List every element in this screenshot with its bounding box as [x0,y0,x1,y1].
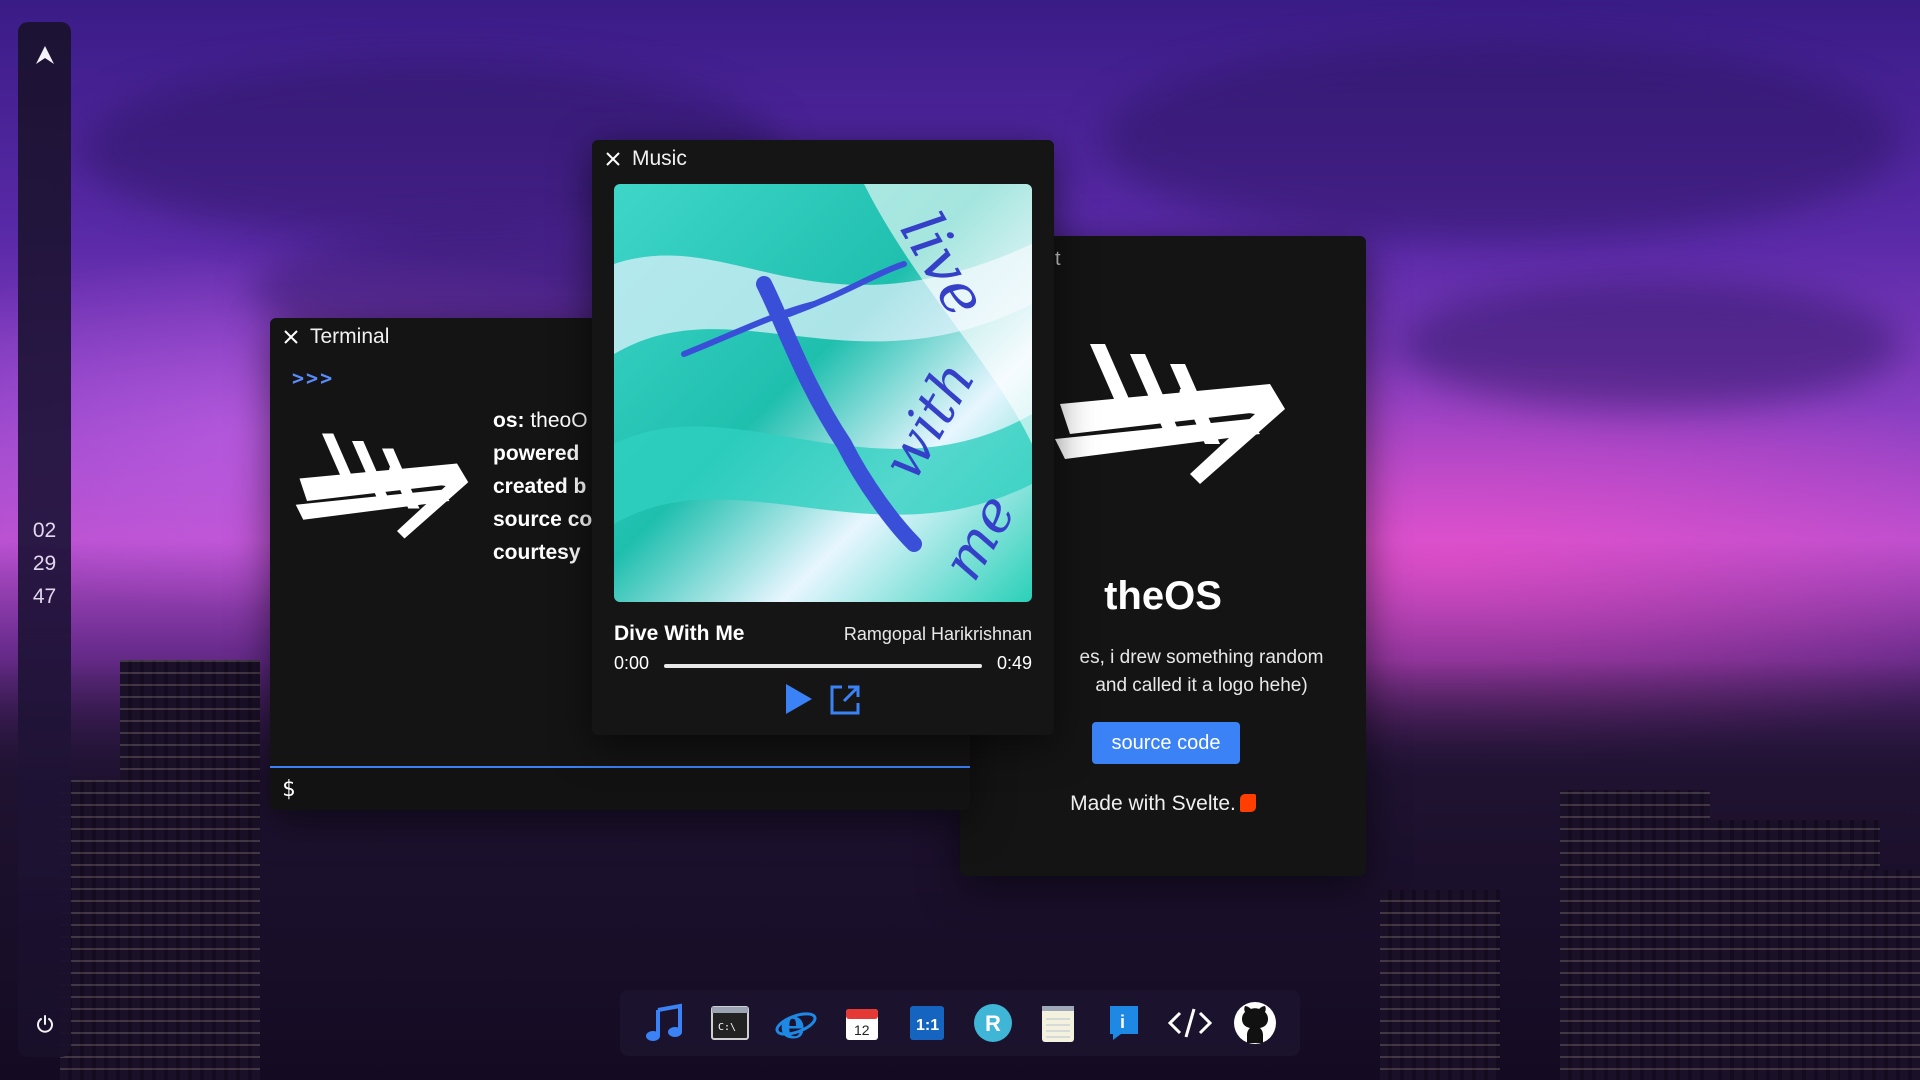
open-external-button[interactable] [828,683,862,722]
sidebar-clock: 02 29 47 [18,514,71,613]
r-icon: R [973,1004,1012,1042]
dock-item-calendar[interactable]: 12 [838,999,886,1047]
play-icon [786,684,812,714]
music-note-icon [645,1003,682,1041]
description-line: es, i drew something random [1079,647,1324,668]
clock-minutes: 29 [32,552,57,575]
wallpaper-cloud [1100,40,1900,240]
svg-text:e: e [780,1002,805,1044]
calculator-icon: 1:1 [910,1006,945,1040]
dock-item-github[interactable] [1231,999,1279,1047]
svg-text:1:1: 1:1 [916,1017,939,1034]
dock-item-music[interactable] [641,999,689,1047]
song-title: Dive With Me [614,622,745,645]
info-icon: i [1109,1006,1138,1040]
dock-item-browser[interactable]: e [772,999,820,1047]
dock: C:\ e 12 1:1 R i [620,990,1300,1056]
theos-logo-icon [292,426,472,551]
theos-logo-icon [1050,334,1290,499]
music-titlebar[interactable]: Music [592,140,1054,178]
terminal-icon: C:\ [711,1006,750,1040]
wallpaper-cloud [1400,280,1900,410]
album-art: live with me [614,184,1032,602]
dock-item-about[interactable]: i [1100,999,1148,1047]
notepad-icon [1042,1006,1075,1042]
power-icon [36,1015,53,1033]
made-with-text: Made with Svelte. [1070,792,1236,815]
current-time: 0:00 [614,653,650,673]
dock-item-r[interactable]: R [969,999,1017,1047]
svg-text:i: i [1120,1012,1125,1032]
dock-item-calculator[interactable]: 1:1 [903,999,951,1047]
close-icon[interactable] [604,150,622,168]
info-line: os: theoO [493,409,588,432]
dock-item-terminal[interactable]: C:\ [706,999,754,1047]
close-icon[interactable] [282,328,300,346]
sidebar: 02 29 47 [18,22,71,1057]
app-description: es, i drew something random and called i… [1045,644,1358,700]
made-with-svelte: Made with Svelte. [960,792,1366,816]
description-line: and called it a logo hehe) [1095,675,1308,696]
play-button[interactable] [784,682,814,721]
terminal-input[interactable]: $ [270,766,970,810]
system-info: os: theoO powered created b source co co… [493,404,592,569]
os-logo-icon[interactable] [18,44,71,72]
clock-hours: 02 [32,519,57,542]
dock-item-code[interactable] [1166,999,1214,1047]
clock-seconds: 47 [32,585,57,608]
info-line: source co [493,508,593,531]
dock-item-notepad[interactable] [1034,999,1082,1047]
browser-icon: e [775,1002,817,1044]
about-window-title: t [1055,248,1061,270]
external-link-icon [830,685,860,715]
info-line: created b [493,475,587,498]
svg-text:12: 12 [854,1022,870,1038]
music-window[interactable]: Music live with me Dive With Me Ramgopal… [592,140,1054,735]
info-line: powered [493,442,580,465]
code-icon [1167,1008,1212,1038]
progress-bar[interactable] [664,664,982,668]
source-code-button[interactable]: source code [1092,722,1240,764]
power-button[interactable] [18,1014,71,1039]
calendar-icon: 12 [845,1009,878,1040]
input-prompt: $ [282,777,296,802]
duration: 0:49 [996,653,1032,673]
svg-text:C:\: C:\ [718,1022,736,1033]
svg-text:R: R [985,1011,1001,1036]
music-title: Music [632,147,687,170]
info-line: courtesy [493,541,581,564]
song-artist: Ramgopal Harikrishnan [843,624,1032,644]
github-icon [1234,1002,1277,1044]
terminal-prompt: >>> [292,366,335,390]
svelte-icon [1239,794,1256,812]
terminal-title: Terminal [310,325,390,348]
